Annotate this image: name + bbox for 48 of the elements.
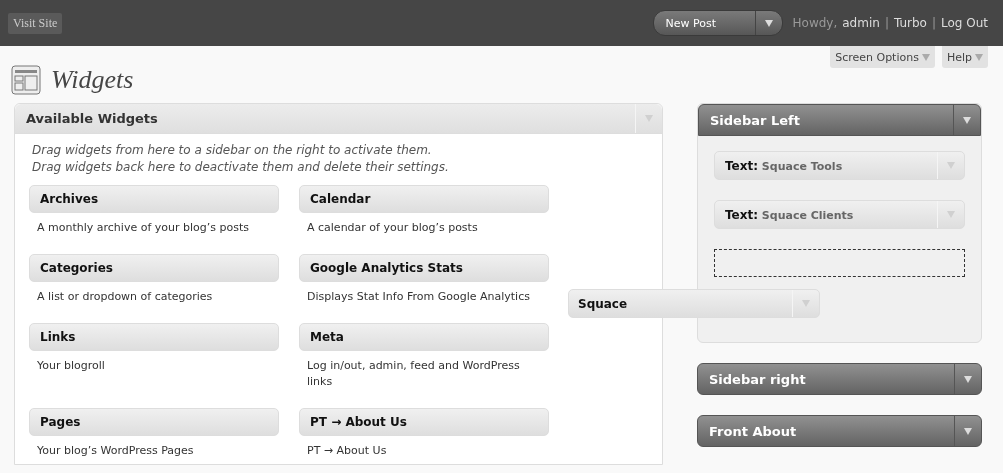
- sidebar-widget[interactable]: Text: Squace Tools: [714, 151, 965, 180]
- caret-icon: [802, 300, 810, 307]
- widget-description: Your blogroll: [36, 358, 106, 374]
- caret-icon: [921, 53, 930, 61]
- widget-bar[interactable]: Links: [29, 323, 279, 351]
- widget-description: Log in/out, admin, feed and WordPress links: [306, 358, 521, 390]
- visit-site-button[interactable]: Visit Site: [8, 12, 63, 34]
- greeting-text: Howdy,: [792, 16, 838, 30]
- caret-icon: [975, 53, 983, 61]
- caret-icon: [964, 427, 972, 435]
- separator-text: |: [884, 16, 889, 30]
- panel-title: Available Widgets: [25, 111, 159, 126]
- page-title: Widgets: [51, 65, 134, 95]
- screen-tab[interactable]: Help: [941, 46, 988, 68]
- caret-icon: [947, 162, 955, 169]
- widget-bar[interactable]: Meta: [299, 323, 549, 351]
- widget-bar[interactable]: PT → About Us: [299, 408, 549, 436]
- sidebar-header[interactable]: Sidebar Left: [698, 104, 981, 136]
- widgets-icon: [11, 65, 41, 95]
- caret-icon: [947, 211, 955, 218]
- widget-bar[interactable]: Archives: [29, 185, 279, 213]
- dragged-widget[interactable]: Squace: [568, 289, 820, 318]
- widget-description: Displays Stat Info From Google Analytics: [306, 289, 531, 305]
- caret-icon: [964, 375, 972, 383]
- separator-text: |: [931, 16, 936, 30]
- widget-description: A monthly archive of your blog’s posts: [36, 220, 250, 236]
- header-link[interactable]: Log Out: [941, 16, 988, 30]
- user-link[interactable]: admin: [842, 16, 880, 30]
- caret-icon: [963, 116, 971, 124]
- header-link[interactable]: Turbo: [893, 16, 927, 30]
- widget-description: PT → About Us: [306, 443, 388, 459]
- widget-description: A calendar of your blog’s posts: [306, 220, 479, 236]
- new-post-dropdown[interactable]: New Post: [652, 10, 783, 36]
- instruction-text: Drag widgets back here to deactivate them and delete their settings.: [32, 159, 450, 176]
- sidebar-header[interactable]: Sidebar right: [697, 363, 982, 395]
- caret-icon[interactable]: [645, 115, 653, 122]
- widget-bar[interactable]: Pages: [29, 408, 279, 436]
- instruction-text: Drag widgets from here to a sidebar on the right to activate them.: [32, 142, 433, 159]
- widget-title: Squace: [577, 296, 629, 311]
- widget-bar[interactable]: Categories: [29, 254, 279, 282]
- sidebar-header[interactable]: Front About: [697, 415, 982, 447]
- sidebar-widget[interactable]: Text: Squace Clients: [714, 200, 965, 229]
- widget-description: A list or dropdown of categories: [36, 289, 214, 305]
- screen-tab[interactable]: Screen Options: [830, 46, 935, 68]
- widget-bar[interactable]: Calendar: [299, 185, 549, 213]
- widget-description: Your blog’s WordPress Pages: [36, 443, 195, 459]
- widget-bar[interactable]: Google Analytics Stats: [299, 254, 549, 282]
- caret-icon: [764, 19, 773, 27]
